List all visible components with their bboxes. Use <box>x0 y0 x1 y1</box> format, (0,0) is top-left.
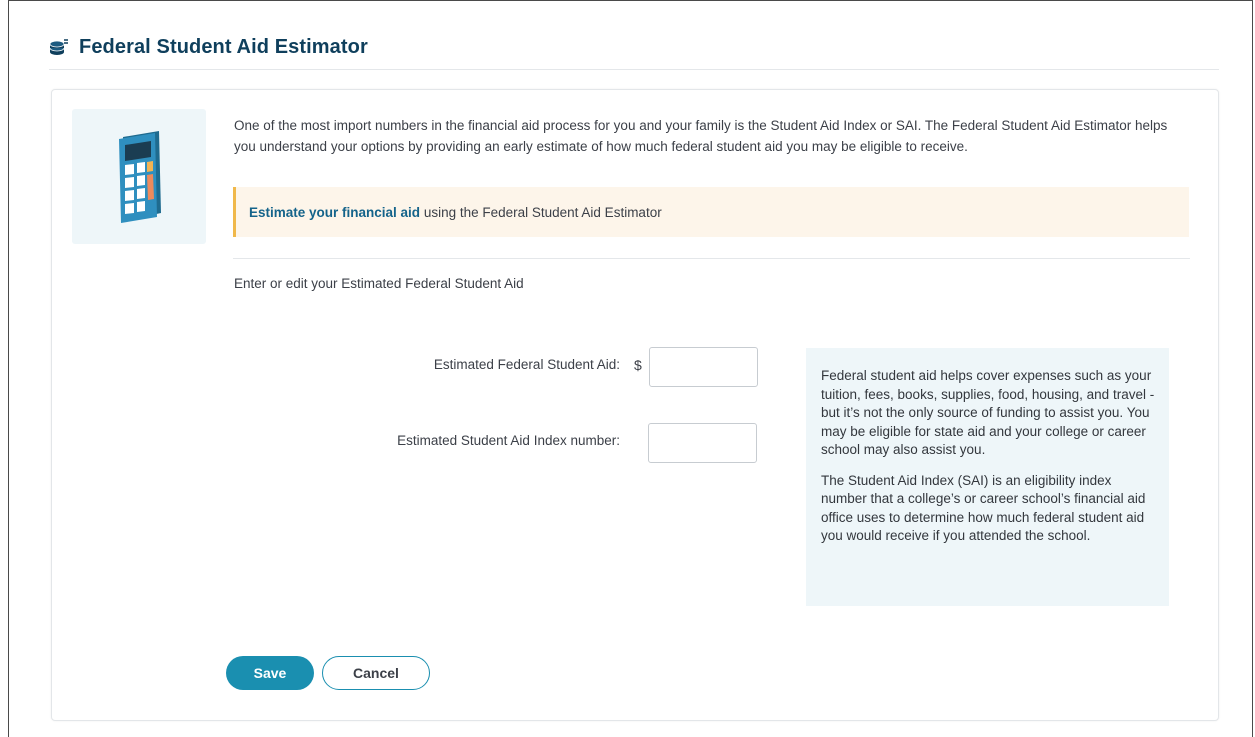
coins-icon <box>49 38 69 56</box>
save-button[interactable]: Save <box>226 656 314 690</box>
form-subheading: Enter or edit your Estimated Federal Stu… <box>234 276 524 291</box>
aid-amount-input[interactable] <box>649 347 758 387</box>
aid-amount-label: Estimated Federal Student Aid: <box>433 357 620 372</box>
estimate-aid-link[interactable]: Estimate your financial aid <box>249 205 420 220</box>
calculator-tile <box>72 109 206 244</box>
calculator-icon <box>109 127 169 227</box>
info-paragraph-sai: The Student Aid Index (SAI) is an eligib… <box>821 472 1146 544</box>
info-paragraph-aid: Federal student aid helps cover expenses… <box>821 368 1155 457</box>
callout-text: using the Federal Student Aid Estimator <box>420 204 662 220</box>
intro-paragraph: One of the most import numbers in the fi… <box>234 118 1168 154</box>
cancel-button[interactable]: Cancel <box>322 656 430 690</box>
currency-symbol: $ <box>634 357 642 373</box>
page-title: Federal Student Aid Estimator <box>79 35 368 58</box>
section-divider <box>233 258 1190 259</box>
page-header: Federal Student Aid Estimator <box>49 33 368 61</box>
info-panel: Federal student aid helps cover expenses… <box>806 348 1169 606</box>
sai-input[interactable] <box>648 423 757 463</box>
sai-label: Estimated Student Aid Index number: <box>397 433 620 448</box>
header-divider <box>49 69 1219 70</box>
estimate-callout: Estimate your financial aid using the Fe… <box>233 187 1189 237</box>
